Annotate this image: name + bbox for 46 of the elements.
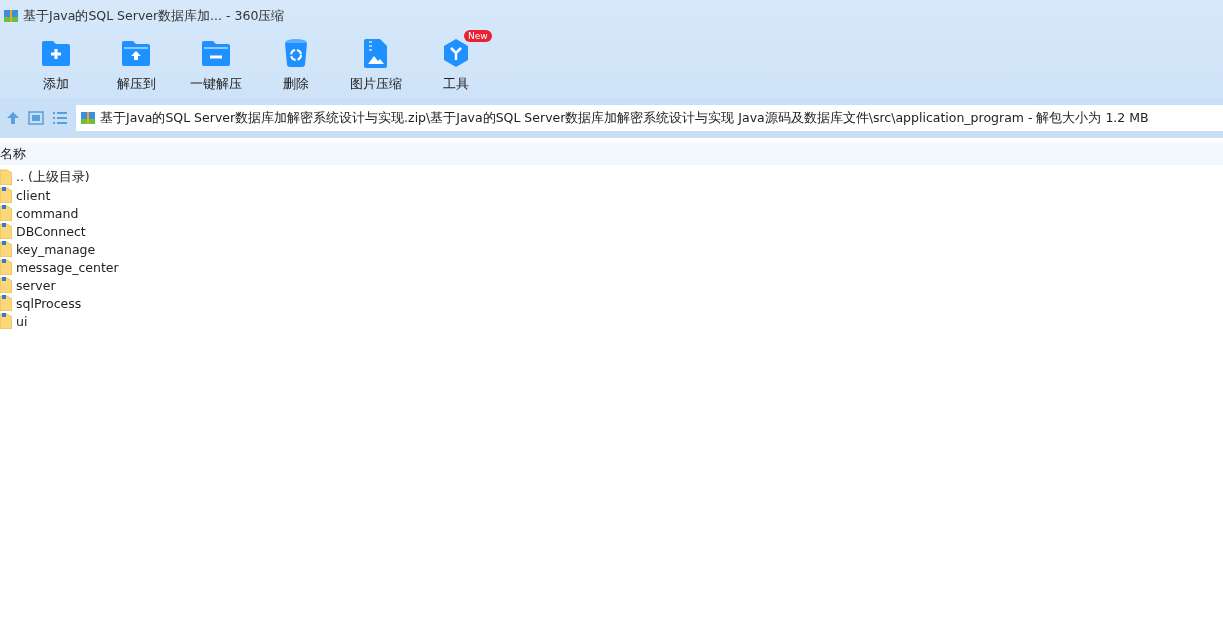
folder-link-icon [0, 259, 12, 275]
list-view-icon[interactable] [52, 111, 68, 125]
archive-icon [3, 8, 19, 24]
file-name: DBConnect [16, 223, 86, 239]
new-badge: New [464, 30, 492, 42]
file-row[interactable]: message_center [0, 258, 1223, 276]
file-row[interactable]: ui [0, 312, 1223, 330]
folder-link-icon [0, 205, 12, 221]
file-row[interactable]: DBConnect [0, 222, 1223, 240]
toolbar-button[interactable]: 删除 [256, 32, 336, 98]
file-row[interactable]: .. (上级目录) [0, 168, 1223, 186]
file-name: key_manage [16, 241, 96, 257]
tools-icon [441, 38, 471, 68]
folder-link-icon [0, 187, 12, 203]
file-row[interactable]: sqlProcess [0, 294, 1223, 312]
file-name: .. (上级目录) [16, 168, 90, 186]
toolbar-button[interactable]: 解压到 [96, 32, 176, 98]
file-row[interactable]: key_manage [0, 240, 1223, 258]
file-name: command [16, 205, 79, 221]
folder-link-icon [0, 295, 12, 311]
folder-icon [0, 169, 12, 185]
add-icon [41, 38, 71, 68]
file-name: client [16, 187, 51, 203]
up-arrow-icon[interactable] [6, 111, 20, 125]
file-name: ui [16, 313, 28, 329]
column-header[interactable]: 名称 [0, 143, 1223, 165]
file-row[interactable]: server [0, 276, 1223, 294]
archive-icon [80, 110, 96, 126]
window-title: 基于Java的SQL Server数据库加... - 360压缩 [23, 7, 285, 25]
folder-link-icon [0, 223, 12, 239]
quick-icon [201, 38, 231, 68]
toolbar-button[interactable]: 添加 [16, 32, 96, 98]
folder-link-icon [0, 241, 12, 257]
file-row[interactable]: command [0, 204, 1223, 222]
toolbar-button[interactable]: New 工具 [416, 32, 496, 98]
toolbar-button[interactable]: 图片压缩 [336, 32, 416, 98]
extract-icon [121, 38, 151, 68]
file-name: sqlProcess [16, 295, 82, 311]
address-field[interactable]: 基于Java的SQL Server数据库加解密系统设计与实现.zip\基于Java的SQL Server数据库加解密系统设计与实现 Java源码及数据库文件\src\application_program - 解包大小为 1.2 MB [76, 105, 1223, 131]
file-row[interactable]: client [0, 186, 1223, 204]
file-name: server [16, 277, 56, 293]
thumbnail-view-icon[interactable] [28, 111, 44, 125]
folder-link-icon [0, 277, 12, 293]
folder-link-icon [0, 313, 12, 329]
toolbar-button[interactable]: 一键解压 [176, 32, 256, 98]
file-name: message_center [16, 259, 119, 275]
